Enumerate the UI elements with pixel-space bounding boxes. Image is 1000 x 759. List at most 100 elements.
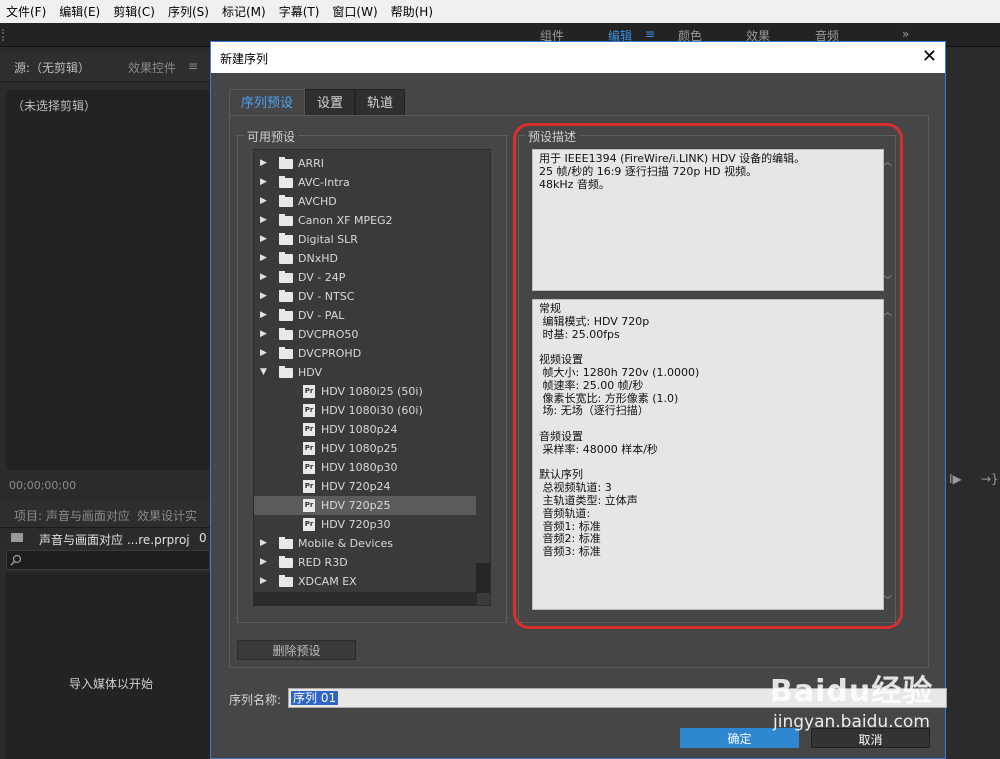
grip-icon	[2, 29, 8, 41]
menu-window[interactable]: 窗口(W)	[332, 3, 377, 20]
menu-sequence[interactable]: 序列(S)	[168, 3, 209, 20]
preset-folder[interactable]: ▼ HDV	[254, 363, 478, 382]
available-presets-group: 可用预设 ▶ XDCAM EX ▶ RED R3D ▶ Mobile & Devices P…	[237, 128, 507, 623]
dialog-tabs: 序列预设 设置 轨道	[229, 89, 406, 116]
expand-right-icon[interactable]: ▶	[260, 325, 267, 344]
workspace-overflow-icon[interactable]: »	[902, 27, 909, 41]
project-file-row[interactable]: 声音与画面对应 ...re.prproj 0	[6, 528, 210, 548]
project-panel-tabs: 项目: 声音与画面对应 效果设计实	[0, 500, 210, 528]
available-presets-label: 可用预设	[244, 128, 299, 145]
tab-effect-controls[interactable]: 效果控件	[128, 59, 176, 76]
preset-label: AVCHD	[298, 195, 337, 208]
preset-item[interactable]: Pr HDV 1080i25 (50i)	[254, 382, 478, 401]
premiere-preset-icon: Pr	[303, 518, 315, 531]
preset-folder[interactable]: ▶ DVCPROHD	[254, 344, 478, 363]
panel-menu-icon[interactable]: ≡	[188, 59, 198, 73]
menu-clip[interactable]: 剪辑(C)	[113, 3, 155, 20]
expand-right-icon[interactable]: ▶	[260, 287, 267, 306]
tree-scrollbar[interactable]	[476, 150, 490, 605]
preset-folder[interactable]: ▶ ARRI	[254, 154, 478, 173]
menu-edit[interactable]: 编辑(E)	[59, 3, 100, 20]
go-to-out-icon[interactable]: →}	[981, 472, 999, 486]
menu-title[interactable]: 字幕(T)	[279, 3, 320, 20]
tab-effects-design[interactable]: 效果设计实	[137, 507, 197, 524]
tree-scroll-thumb[interactable]	[476, 563, 490, 593]
transport-controls: I▶ →}	[945, 470, 1000, 490]
tree-horizontal-scrollbar[interactable]	[253, 592, 477, 606]
folder-icon	[279, 347, 293, 359]
preset-item[interactable]: Pr HDV 1080p25	[254, 439, 478, 458]
step-forward-icon[interactable]: I▶	[949, 472, 962, 486]
preset-folder[interactable]: ▶ DNxHD	[254, 249, 478, 268]
folder-icon	[279, 214, 293, 226]
expand-right-icon[interactable]: ▶	[260, 306, 267, 325]
preset-label: HDV 1080p30	[321, 461, 398, 474]
preset-label: HDV 1080i25 (50i)	[321, 385, 423, 398]
preset-item[interactable]: Pr HDV 1080p24	[254, 420, 478, 439]
preset-label: DNxHD	[298, 252, 338, 265]
folder-icon	[279, 157, 293, 169]
close-icon[interactable]: ✕	[922, 46, 937, 67]
preset-folder[interactable]: ▶ AVC-Intra	[254, 173, 478, 192]
tab-sequence-presets[interactable]: 序列预设	[229, 89, 306, 116]
sequence-name-label: 序列名称:	[229, 693, 282, 707]
expand-right-icon[interactable]: ▶	[260, 154, 267, 173]
folder-icon	[279, 176, 293, 188]
preset-folder[interactable]: ▶ Mobile & Devices	[254, 534, 478, 553]
preset-folder[interactable]: ▶ DVCPRO50	[254, 325, 478, 344]
preset-tree: ▶ XDCAM EX ▶ RED R3D ▶ Mobile & Devices Pr HDV …	[253, 149, 491, 606]
folder-icon	[279, 328, 293, 340]
preset-label: DV - PAL	[298, 309, 345, 322]
folder-icon	[279, 233, 293, 245]
sequence-name-input[interactable]: 序列 01	[288, 688, 947, 708]
preset-item[interactable]: Pr HDV 720p25	[254, 496, 478, 515]
preset-item[interactable]: Pr HDV 720p30	[254, 515, 478, 534]
preset-label: RED R3D	[298, 556, 348, 569]
delete-preset-button[interactable]: 删除预设	[237, 640, 356, 660]
preset-folder[interactable]: ▶ RED R3D	[254, 553, 478, 572]
expand-right-icon[interactable]: ▶	[260, 572, 267, 591]
preset-folder[interactable]: ▶ DV - 24P	[254, 268, 478, 287]
preset-item[interactable]: Pr HDV 1080p30	[254, 458, 478, 477]
preset-item[interactable]: Pr HDV 1080i30 (60i)	[254, 401, 478, 420]
preset-item[interactable]: Pr HDV 720p24	[254, 477, 478, 496]
expand-right-icon[interactable]: ▶	[260, 249, 267, 268]
expand-right-icon[interactable]: ▶	[260, 192, 267, 211]
preset-folder[interactable]: ▶ AVCHD	[254, 192, 478, 211]
preset-folder[interactable]: ▶ DV - PAL	[254, 306, 478, 325]
preset-folder[interactable]: ▶ Canon XF MPEG2	[254, 211, 478, 230]
expand-right-icon[interactable]: ▶	[260, 344, 267, 363]
tab-source[interactable]: 源:（无剪辑）	[14, 59, 90, 76]
folder-icon	[279, 290, 293, 302]
folder-icon	[279, 195, 293, 207]
project-panel-body: 导入媒体以开始	[6, 572, 210, 759]
preset-folder[interactable]: ▶ XDCAM EX	[254, 572, 478, 591]
expand-down-icon[interactable]: ▼	[260, 363, 267, 382]
folder-icon	[279, 309, 293, 321]
expand-right-icon[interactable]: ▶	[260, 534, 267, 553]
expand-right-icon[interactable]: ▶	[260, 230, 267, 249]
preset-folder[interactable]: ▶ DV - NTSC	[254, 287, 478, 306]
project-file-name: 声音与画面对应 ...re.prproj	[39, 533, 190, 547]
menu-help[interactable]: 帮助(H)	[391, 3, 433, 20]
preset-label: HDV 1080p24	[321, 423, 398, 436]
preset-label: HDV 720p24	[321, 480, 391, 493]
dialog-title-bar: 新建序列 ✕	[211, 42, 945, 73]
folder-icon	[279, 556, 293, 568]
expand-right-icon[interactable]: ▶	[260, 173, 267, 192]
menu-file[interactable]: 文件(F)	[6, 3, 46, 20]
expand-right-icon[interactable]: ▶	[260, 268, 267, 287]
ok-button[interactable]: 确定	[680, 728, 799, 748]
premiere-preset-icon: Pr	[303, 442, 315, 455]
expand-right-icon[interactable]: ▶	[260, 553, 267, 572]
preset-folder[interactable]: ▶ Digital SLR	[254, 230, 478, 249]
expand-right-icon[interactable]: ▶	[260, 211, 267, 230]
project-search-input[interactable]	[6, 550, 210, 570]
tab-project[interactable]: 项目: 声音与画面对应	[14, 507, 130, 524]
cancel-button[interactable]: 取消	[811, 728, 930, 748]
workspace-menu-icon[interactable]: ≡	[645, 27, 655, 41]
tab-settings[interactable]: 设置	[305, 89, 356, 116]
preset-label: HDV 1080i30 (60i)	[321, 404, 423, 417]
menu-marker[interactable]: 标记(M)	[222, 3, 266, 20]
tab-tracks[interactable]: 轨道	[355, 89, 406, 116]
